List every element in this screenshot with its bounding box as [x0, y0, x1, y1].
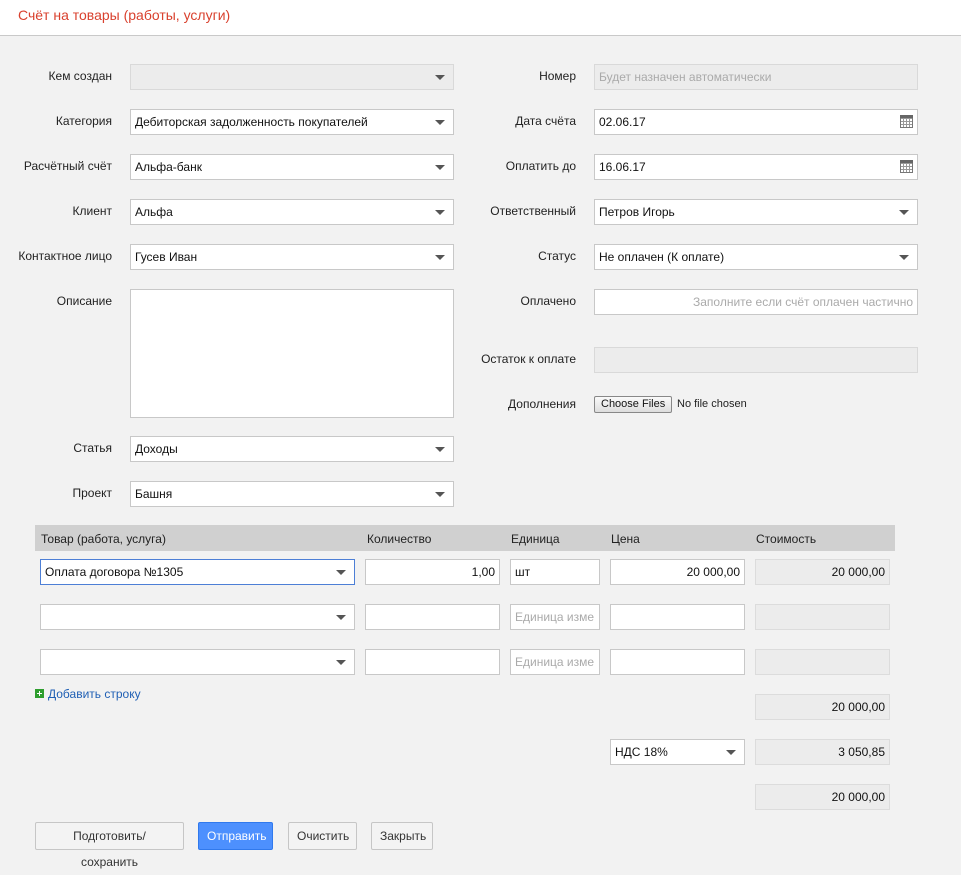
col-qty: Количество — [367, 532, 432, 546]
product-value: Оплата договора №1305 — [45, 565, 184, 579]
vat-select[interactable]: НДС 18% — [610, 739, 745, 765]
cost-field — [755, 604, 890, 630]
project-label: Проект — [72, 486, 112, 500]
calendar-icon[interactable] — [900, 115, 913, 128]
send-button[interactable]: Отправить — [198, 822, 273, 850]
product-select[interactable]: Оплата договора №1305 — [40, 559, 355, 585]
vat-amount-field: 3 050,85 — [755, 739, 890, 765]
chevron-down-icon — [899, 255, 909, 260]
col-cost: Стоимость — [756, 532, 817, 546]
remaining-label: Остаток к оплате — [481, 352, 576, 366]
price-field[interactable] — [610, 604, 745, 630]
price-field[interactable] — [610, 649, 745, 675]
pay-until-value: 16.06.17 — [599, 160, 646, 174]
qty-field[interactable]: 1,00 — [365, 559, 500, 585]
page-title: Счёт на товары (работы, услуги) — [18, 7, 231, 23]
chevron-down-icon — [336, 615, 346, 620]
price-field[interactable]: 20 000,00 — [610, 559, 745, 585]
invoice-date-field[interactable]: 02.06.17 — [594, 109, 918, 135]
col-unit: Единица — [511, 532, 560, 546]
choose-files-button[interactable]: Choose Files — [594, 396, 673, 413]
items-table-header: Товар (работа, услуга) Количество Единиц… — [35, 525, 895, 551]
status-value: Не оплачен (К оплате) — [599, 250, 725, 264]
subtotal-field: 20 000,00 — [755, 694, 890, 720]
pay-until-label: Оплатить до — [505, 159, 576, 173]
qty-field[interactable] — [365, 649, 500, 675]
col-product: Товар (работа, услуга) — [41, 532, 166, 546]
chevron-down-icon — [336, 660, 346, 665]
plus-icon — [35, 689, 44, 698]
unit-field[interactable]: Единица изме — [510, 604, 600, 630]
calendar-icon[interactable] — [900, 160, 913, 173]
cost-field — [755, 649, 890, 675]
paid-label: Оплачено — [520, 294, 576, 308]
responsible-label: Ответственный — [490, 204, 576, 218]
project-select[interactable]: Башня — [130, 481, 454, 507]
responsible-value: Петров Игорь — [599, 205, 675, 219]
add-row-label: Добавить строку — [48, 687, 141, 701]
col-price: Цена — [611, 532, 640, 546]
unit-field[interactable]: шт — [510, 559, 600, 585]
page-header: Счёт на товары (работы, услуги) — [0, 0, 961, 36]
chevron-down-icon — [435, 492, 445, 497]
vat-value: НДС 18% — [615, 745, 668, 759]
chevron-down-icon — [336, 570, 346, 575]
total-field: 20 000,00 — [755, 784, 890, 810]
number-label: Номер — [539, 69, 576, 83]
product-select[interactable] — [40, 649, 355, 675]
file-status: No file chosen — [677, 398, 747, 410]
chevron-down-icon — [435, 447, 445, 452]
invoice-date-label: Дата счёта — [515, 114, 576, 128]
qty-field[interactable] — [365, 604, 500, 630]
attachments-label: Дополнения — [508, 397, 576, 411]
responsible-select[interactable]: Петров Игорь — [594, 199, 918, 225]
clear-button[interactable]: Очистить — [288, 822, 357, 850]
project-value: Башня — [135, 487, 173, 501]
save-button[interactable]: Подготовить/ сохранить — [35, 822, 184, 869]
article-value: Доходы — [135, 442, 178, 456]
invoice-date-value: 02.06.17 — [599, 115, 646, 129]
article-select[interactable]: Доходы — [130, 436, 454, 462]
number-field[interactable]: Будет назначен автоматически — [594, 64, 918, 90]
cost-field: 20 000,00 — [755, 559, 890, 585]
status-label: Статус — [538, 249, 576, 263]
article-label: Статья — [73, 441, 112, 455]
pay-until-field[interactable]: 16.06.17 — [594, 154, 918, 180]
product-select[interactable] — [40, 604, 355, 630]
chevron-down-icon — [726, 750, 736, 755]
close-button[interactable]: Закрыть — [371, 822, 433, 850]
add-row-link[interactable]: Добавить строку — [35, 687, 141, 701]
remaining-field — [594, 347, 918, 373]
paid-field[interactable]: Заполните если счёт оплачен частично — [594, 289, 918, 315]
unit-field[interactable]: Единица изме — [510, 649, 600, 675]
status-select[interactable]: Не оплачен (К оплате) — [594, 244, 918, 270]
chevron-down-icon — [899, 210, 909, 215]
